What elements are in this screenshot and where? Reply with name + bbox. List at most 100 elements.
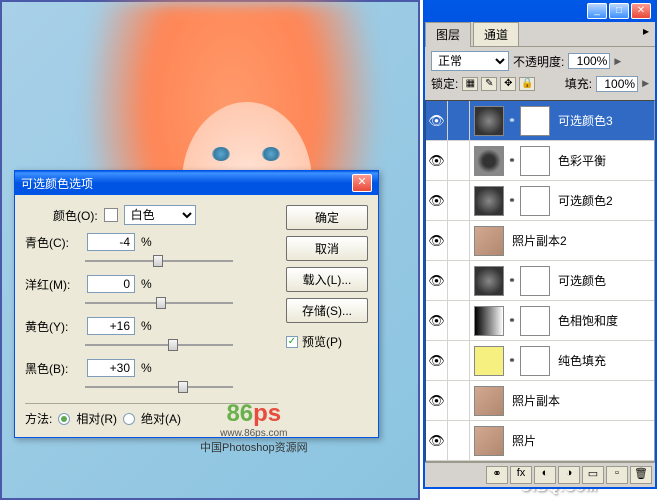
layer-name[interactable]: 照片副本2 [508, 232, 654, 249]
visibility-toggle[interactable]: 👁 [426, 301, 448, 340]
panel-close-button[interactable]: ✕ [631, 3, 651, 19]
layer-thumbnail[interactable] [474, 346, 504, 376]
layer-row[interactable]: 👁 ⚭ 色相饱和度 [426, 301, 654, 341]
relative-radio[interactable] [58, 413, 70, 425]
layer-thumbnail[interactable] [474, 226, 504, 256]
new-layer-button[interactable]: ▫ [606, 466, 628, 484]
visibility-toggle[interactable]: 👁 [426, 141, 448, 180]
layer-row[interactable]: 👁 ⚭ 可选颜色2 [426, 181, 654, 221]
layer-thumbnail[interactable] [474, 426, 504, 456]
link-col[interactable] [448, 261, 470, 300]
layer-row[interactable]: 👁 ⚭ 色彩平衡 [426, 141, 654, 181]
link-col[interactable] [448, 381, 470, 420]
visibility-toggle[interactable]: 👁 [426, 101, 448, 140]
link-layers-button[interactable]: ⚭ [486, 466, 508, 484]
magenta-slider[interactable] [85, 295, 233, 311]
layer-thumbnail[interactable] [474, 266, 504, 296]
magenta-input[interactable] [87, 275, 135, 293]
link-col[interactable] [448, 221, 470, 260]
link-col[interactable] [448, 181, 470, 220]
tab-layers[interactable]: 图层 [425, 22, 471, 47]
layer-group-button[interactable]: ▭ [582, 466, 604, 484]
opacity-arrow-icon[interactable]: ▶ [614, 56, 621, 67]
adjustment-layer-button[interactable]: ◑ [558, 466, 580, 484]
layer-mask-thumbnail[interactable] [520, 306, 550, 336]
mask-link-icon[interactable]: ⚭ [507, 115, 517, 126]
layer-row[interactable]: 👁 ⚭ 纯色填充 [426, 341, 654, 381]
mask-link-icon[interactable]: ⚭ [507, 195, 517, 206]
layer-name[interactable]: 可选颜色3 [554, 112, 654, 129]
lock-all-icon[interactable]: 🔒 [519, 77, 535, 91]
layer-row[interactable]: 👁 照片副本 [426, 381, 654, 421]
layer-mask-button[interactable]: ◐ [534, 466, 556, 484]
cancel-button[interactable]: 取消 [286, 236, 368, 261]
layer-mask-thumbnail[interactable] [520, 346, 550, 376]
layer-thumbnail[interactable] [474, 106, 504, 136]
layer-mask-thumbnail[interactable] [520, 146, 550, 176]
black-input[interactable] [87, 359, 135, 377]
lock-position-icon[interactable]: ✥ [500, 77, 516, 91]
layer-name[interactable]: 色相饱和度 [554, 312, 654, 329]
lock-pixels-icon[interactable]: ✎ [481, 77, 497, 91]
tab-channels[interactable]: 通道 [473, 22, 519, 46]
link-col[interactable] [448, 301, 470, 340]
dialog-close-button[interactable]: ✕ [352, 174, 372, 192]
mask-link-icon[interactable]: ⚭ [507, 355, 517, 366]
visibility-toggle[interactable]: 👁 [426, 421, 448, 460]
layer-name[interactable]: 照片 [508, 432, 654, 449]
layer-row[interactable]: 👁 ⚭ 可选颜色 [426, 261, 654, 301]
mask-link-icon[interactable]: ⚭ [507, 155, 517, 166]
color-dropdown[interactable]: 白色 [124, 205, 196, 225]
layer-name[interactable]: 可选颜色 [554, 272, 654, 289]
fill-arrow-icon[interactable]: ▶ [642, 78, 649, 89]
link-col[interactable] [448, 421, 470, 460]
preview-checkbox[interactable]: ✓ [286, 336, 298, 348]
layer-thumbnail[interactable] [474, 306, 504, 336]
ok-button[interactable]: 确定 [286, 205, 368, 230]
dialog-titlebar[interactable]: 可选颜色选项 ✕ [15, 171, 378, 195]
layer-name[interactable]: 色彩平衡 [554, 152, 654, 169]
black-slider[interactable] [85, 379, 233, 395]
panel-menu-icon[interactable]: ▸ [637, 22, 655, 46]
layer-mask-thumbnail[interactable] [520, 266, 550, 296]
visibility-toggle[interactable]: 👁 [426, 341, 448, 380]
layer-mask-thumbnail[interactable] [520, 186, 550, 216]
layer-row[interactable]: 👁 ⚭ 可选颜色3 [426, 101, 654, 141]
visibility-toggle[interactable]: 👁 [426, 261, 448, 300]
opacity-input[interactable] [568, 53, 610, 69]
lock-transparency-icon[interactable]: ▦ [462, 77, 478, 91]
layer-mask-thumbnail[interactable] [520, 106, 550, 136]
fill-input[interactable] [596, 76, 638, 92]
layer-row[interactable]: 👁 照片副本2 [426, 221, 654, 261]
mask-link-icon[interactable]: ⚭ [507, 275, 517, 286]
load-button[interactable]: 载入(L)... [286, 267, 368, 292]
blend-mode-dropdown[interactable]: 正常 [431, 51, 509, 71]
visibility-toggle[interactable]: 👁 [426, 221, 448, 260]
mask-link-icon[interactable]: ⚭ [507, 315, 517, 326]
layer-thumbnail[interactable] [474, 146, 504, 176]
preview-label[interactable]: 预览(P) [302, 333, 342, 350]
maximize-button[interactable]: □ [609, 3, 629, 19]
cyan-input[interactable] [87, 233, 135, 251]
layer-name[interactable]: 可选颜色2 [554, 192, 654, 209]
minimize-button[interactable]: _ [587, 3, 607, 19]
link-col[interactable] [448, 141, 470, 180]
visibility-toggle[interactable]: 👁 [426, 181, 448, 220]
delete-layer-button[interactable]: 🗑 [630, 466, 652, 484]
link-col[interactable] [448, 341, 470, 380]
layer-name[interactable]: 纯色填充 [554, 352, 654, 369]
cyan-slider[interactable] [85, 253, 233, 269]
save-button[interactable]: 存储(S)... [286, 298, 368, 323]
link-col[interactable] [448, 101, 470, 140]
panel-titlebar[interactable]: _ □ ✕ [425, 0, 655, 22]
layer-style-button[interactable]: fx [510, 466, 532, 484]
layer-name[interactable]: 照片副本 [508, 392, 654, 409]
relative-label[interactable]: 相对(R) [76, 410, 117, 427]
layer-thumbnail[interactable] [474, 386, 504, 416]
absolute-radio[interactable] [123, 413, 135, 425]
absolute-label[interactable]: 绝对(A) [141, 410, 181, 427]
layer-thumbnail[interactable] [474, 186, 504, 216]
visibility-toggle[interactable]: 👁 [426, 381, 448, 420]
yellow-input[interactable] [87, 317, 135, 335]
layer-row[interactable]: 👁 照片 [426, 421, 654, 461]
